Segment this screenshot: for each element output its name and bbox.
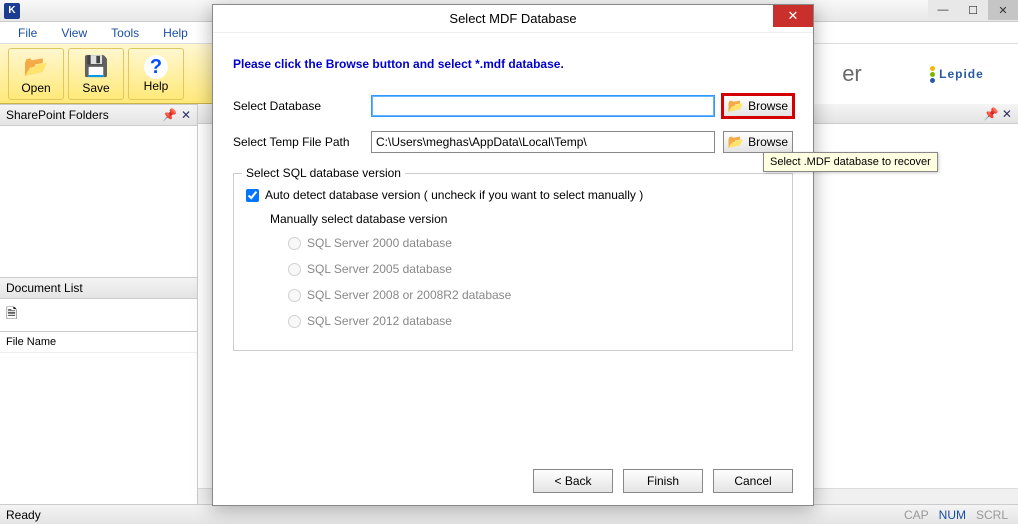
radio-sql2000: SQL Server 2000 database	[288, 236, 780, 250]
num-indicator: NUM	[935, 508, 970, 522]
app-icon: K	[4, 3, 20, 19]
finish-button[interactable]: Finish	[623, 469, 703, 493]
statusbar: Ready CAP NUM SCRL	[0, 504, 1018, 524]
close-button[interactable]: ✕	[988, 0, 1018, 20]
menu-view[interactable]: View	[51, 24, 97, 42]
browse-tooltip: Select .MDF database to recover	[763, 152, 938, 172]
filename-column-header[interactable]: File Name	[0, 331, 197, 353]
open-button[interactable]: 📂 Open	[8, 48, 64, 100]
help-label: Help	[144, 79, 169, 93]
sql-version-group: Select SQL database version Auto detect …	[233, 173, 793, 351]
dialog-title: Select MDF Database	[449, 11, 576, 26]
radio-sql2000-label: SQL Server 2000 database	[307, 236, 452, 250]
brand-area: er Lepide	[808, 44, 1018, 104]
keyboard-status: CAP NUM SCRL	[900, 508, 1012, 522]
document-icon: 🗎	[0, 299, 197, 331]
save-label: Save	[82, 81, 109, 95]
menu-file[interactable]: File	[8, 24, 47, 42]
back-button[interactable]: < Back	[533, 469, 613, 493]
auto-detect-checkbox[interactable]	[246, 189, 259, 202]
browse-temp-button[interactable]: 📂 Browse	[723, 131, 793, 153]
radio-sql2012-input[interactable]	[288, 315, 301, 328]
dialog-titlebar: Select MDF Database ✕	[213, 5, 813, 33]
menu-help[interactable]: Help	[153, 24, 198, 42]
browse-label: Browse	[748, 99, 788, 113]
radio-sql2005-input[interactable]	[288, 263, 301, 276]
radio-sql2000-input[interactable]	[288, 237, 301, 250]
select-database-label: Select Database	[233, 99, 363, 113]
folders-pane-header: SharePoint Folders 📌 ✕	[0, 104, 197, 126]
folders-title: SharePoint Folders	[6, 108, 109, 122]
folders-pane-controls: 📌 ✕	[162, 108, 191, 122]
status-text: Ready	[6, 508, 41, 522]
save-button[interactable]: 💾 Save	[68, 48, 124, 100]
pin-icon[interactable]: 📌	[162, 108, 177, 122]
radio-sql2012: SQL Server 2012 database	[288, 314, 780, 328]
select-temp-label: Select Temp File Path	[233, 135, 363, 149]
folders-pane-body	[0, 126, 197, 277]
minimize-button[interactable]: —	[928, 0, 958, 20]
dialog-body: Please click the Browse button and selec…	[213, 33, 813, 363]
open-label: Open	[21, 81, 50, 95]
scrl-indicator: SCRL	[972, 508, 1012, 522]
pin-icon[interactable]: 📌 ✕	[984, 107, 1012, 121]
browse-label: Browse	[748, 135, 788, 149]
maximize-button[interactable]: ☐	[958, 0, 988, 20]
brand-dots-icon	[930, 66, 935, 83]
help-icon: ?	[144, 55, 168, 79]
browse-database-button[interactable]: 📂 Browse	[723, 95, 793, 117]
cancel-button[interactable]: Cancel	[713, 469, 793, 493]
folder-icon: 📂	[728, 98, 744, 114]
doclist-title: Document List	[6, 281, 83, 295]
doclist-pane-header: Document List	[0, 277, 197, 299]
help-button[interactable]: ? Help	[128, 48, 184, 100]
close-pane-icon[interactable]: ✕	[181, 108, 191, 122]
auto-detect-label: Auto detect database version ( uncheck i…	[265, 188, 643, 202]
open-icon: 📂	[22, 53, 50, 81]
brand-logo: Lepide	[930, 66, 984, 83]
radio-sql2008-input[interactable]	[288, 289, 301, 302]
menu-tools[interactable]: Tools	[101, 24, 149, 42]
sidebar: SharePoint Folders 📌 ✕ Document List 🗎 F…	[0, 104, 198, 504]
cap-indicator: CAP	[900, 508, 933, 522]
save-icon: 💾	[82, 53, 110, 81]
brand-suffix: er	[842, 61, 862, 87]
radio-sql2008-label: SQL Server 2008 or 2008R2 database	[307, 288, 511, 302]
window-controls: — ☐ ✕	[928, 0, 1018, 20]
select-temp-row: Select Temp File Path 📂 Browse	[233, 131, 793, 153]
auto-detect-row: Auto detect database version ( uncheck i…	[246, 188, 780, 202]
radio-sql2008: SQL Server 2008 or 2008R2 database	[288, 288, 780, 302]
select-mdf-dialog: Select MDF Database ✕ Please click the B…	[212, 4, 814, 506]
manual-select-label: Manually select database version	[270, 212, 780, 226]
brand-name: Lepide	[939, 67, 984, 81]
radio-sql2012-label: SQL Server 2012 database	[307, 314, 452, 328]
sql-version-group-title: Select SQL database version	[242, 166, 405, 180]
select-database-row: Select Database 📂 Browse	[233, 95, 793, 117]
dialog-instruction: Please click the Browse button and selec…	[233, 57, 793, 71]
doclist-body	[0, 353, 197, 504]
radio-sql2005-label: SQL Server 2005 database	[307, 262, 452, 276]
select-temp-input[interactable]	[371, 131, 715, 153]
radio-sql2005: SQL Server 2005 database	[288, 262, 780, 276]
select-database-input[interactable]	[371, 95, 715, 117]
dialog-buttons: < Back Finish Cancel	[533, 469, 793, 493]
folder-icon: 📂	[728, 134, 744, 150]
dialog-close-button[interactable]: ✕	[773, 5, 813, 27]
